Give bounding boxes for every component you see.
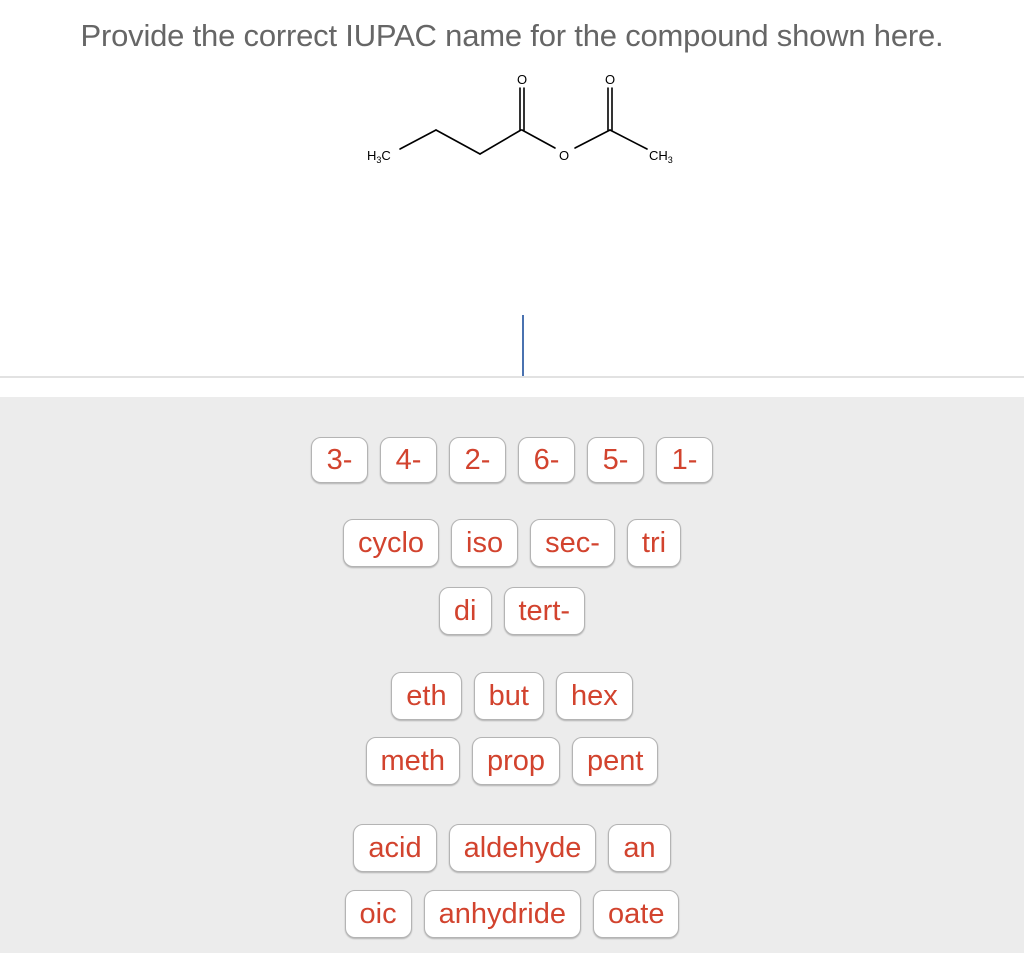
answer-input-area[interactable]: [0, 0, 1024, 377]
tile-an[interactable]: an: [608, 824, 671, 872]
root-row-2: meth prop pent: [0, 737, 1024, 785]
tile-pent[interactable]: pent: [572, 737, 659, 785]
tile-tert[interactable]: tert-: [503, 587, 586, 635]
suffix-row-2: oic anhydride oate: [0, 890, 1024, 938]
tile-oate[interactable]: oate: [593, 890, 680, 938]
tile-locant-6[interactable]: 6-: [518, 437, 575, 483]
tile-locant-3[interactable]: 3-: [311, 437, 368, 483]
text-cursor: [522, 315, 524, 377]
tile-locant-4[interactable]: 4-: [380, 437, 437, 483]
tile-cyclo[interactable]: cyclo: [342, 519, 440, 567]
tile-tri[interactable]: tri: [626, 519, 682, 567]
tile-eth[interactable]: eth: [391, 672, 462, 720]
root-row: eth but hex: [0, 672, 1024, 720]
tile-iso[interactable]: iso: [451, 519, 519, 567]
tile-prop[interactable]: prop: [471, 737, 561, 785]
tile-oic[interactable]: oic: [344, 890, 412, 938]
tile-acid[interactable]: acid: [353, 824, 437, 872]
tile-hex[interactable]: hex: [555, 672, 633, 720]
suffix-row: acid aldehyde an: [0, 824, 1024, 872]
tile-locant-5[interactable]: 5-: [587, 437, 644, 483]
tile-locant-1[interactable]: 1-: [656, 437, 713, 483]
prefix-row-2: di tert-: [0, 587, 1024, 635]
prefix-row: cyclo iso sec- tri: [0, 519, 1024, 567]
tile-but[interactable]: but: [473, 672, 544, 720]
tile-di[interactable]: di: [438, 587, 492, 635]
locant-row: 3- 4- 2- 6- 5- 1-: [0, 437, 1024, 483]
tile-sec[interactable]: sec-: [530, 519, 615, 567]
tile-aldehyde[interactable]: aldehyde: [448, 824, 597, 872]
tile-meth[interactable]: meth: [365, 737, 460, 785]
tile-anhydride[interactable]: anhydride: [423, 890, 581, 938]
divider: [0, 376, 1024, 378]
name-builder-palette: 3- 4- 2- 6- 5- 1- cyclo iso sec- tri di …: [0, 397, 1024, 953]
tile-locant-2[interactable]: 2-: [449, 437, 506, 483]
